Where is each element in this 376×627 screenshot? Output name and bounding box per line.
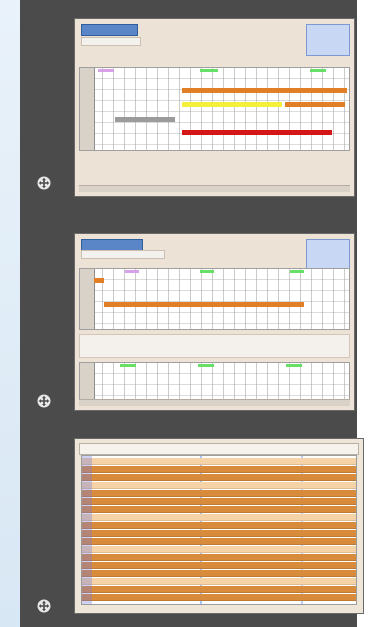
- calendar-screenshot-1: [75, 19, 354, 196]
- toolbar: [81, 37, 141, 46]
- move-icon[interactable]: [37, 176, 51, 190]
- left-background-strip: [0, 0, 20, 627]
- move-icon[interactable]: [37, 394, 51, 408]
- info-panel: [306, 239, 350, 269]
- calendar-screenshot-2: [75, 234, 354, 410]
- sheet-rows: [81, 455, 357, 605]
- screenshot-gallery: — —: [20, 0, 364, 627]
- sheet-toolbar: [79, 443, 359, 455]
- thumbnail-2[interactable]: —: [74, 233, 355, 411]
- thumbnail-1[interactable]: —: [74, 18, 355, 197]
- move-icon[interactable]: [37, 599, 51, 613]
- toolbar: [81, 250, 165, 259]
- thumbnail-3[interactable]: [74, 438, 364, 614]
- schedule-grid-bottom: [79, 362, 350, 400]
- schedule-grid: [79, 67, 350, 151]
- info-panel: [306, 24, 350, 56]
- window-header: [81, 24, 138, 36]
- schedule-grid-top: [79, 268, 350, 330]
- spreadsheet-screenshot: [75, 439, 363, 613]
